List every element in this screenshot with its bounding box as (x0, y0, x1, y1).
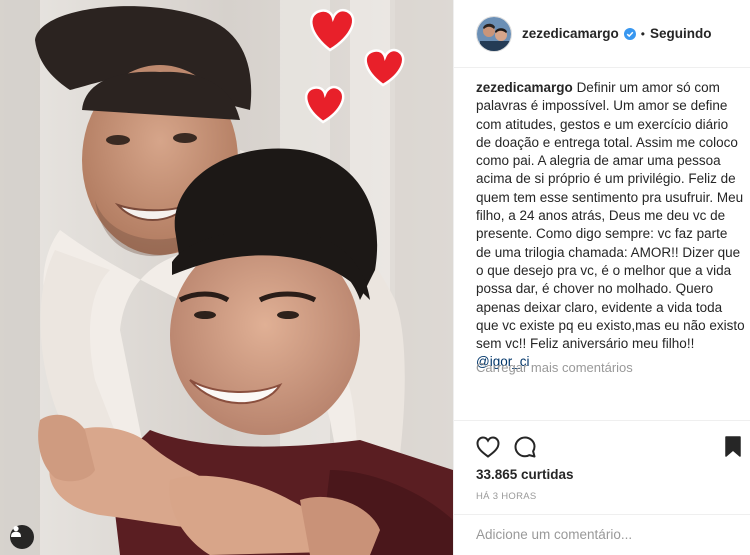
heart-icon[interactable] (476, 436, 500, 458)
header-username[interactable]: zezedicamargo (522, 26, 619, 41)
user-tag-button[interactable] (10, 525, 34, 549)
photo-illustration (0, 0, 453, 555)
post-header: zezedicamargo • Seguindo (454, 0, 750, 68)
verified-badge-icon (623, 27, 636, 40)
caption-text: Definir um amor só com palavras é imposs… (476, 80, 745, 352)
load-more-comments[interactable]: Carregar mais comentários (476, 360, 633, 375)
separator-dot: • (640, 26, 645, 41)
caption-username[interactable]: zezedicamargo (476, 80, 573, 95)
user-tag-icon (11, 526, 21, 537)
bookmark-icon[interactable] (725, 436, 741, 457)
avatar[interactable] (476, 15, 512, 52)
following-button[interactable]: Seguindo (650, 26, 712, 41)
like-count[interactable]: 33.865 curtidas (476, 467, 574, 482)
post-side-panel: zezedicamargo • Seguindo zezedicamargo D… (453, 0, 750, 555)
comment-bubble-icon[interactable] (514, 436, 536, 458)
post-timestamp[interactable]: HÁ 3 HORAS (476, 491, 537, 502)
post-photo[interactable] (0, 0, 453, 555)
avatar-image (477, 16, 511, 51)
post-actions: 33.865 curtidas HÁ 3 HORAS (454, 420, 750, 555)
comment-input[interactable] (476, 527, 731, 542)
post-caption: zezedicamargo Definir um amor só com pal… (476, 79, 746, 372)
comment-box (454, 514, 750, 555)
